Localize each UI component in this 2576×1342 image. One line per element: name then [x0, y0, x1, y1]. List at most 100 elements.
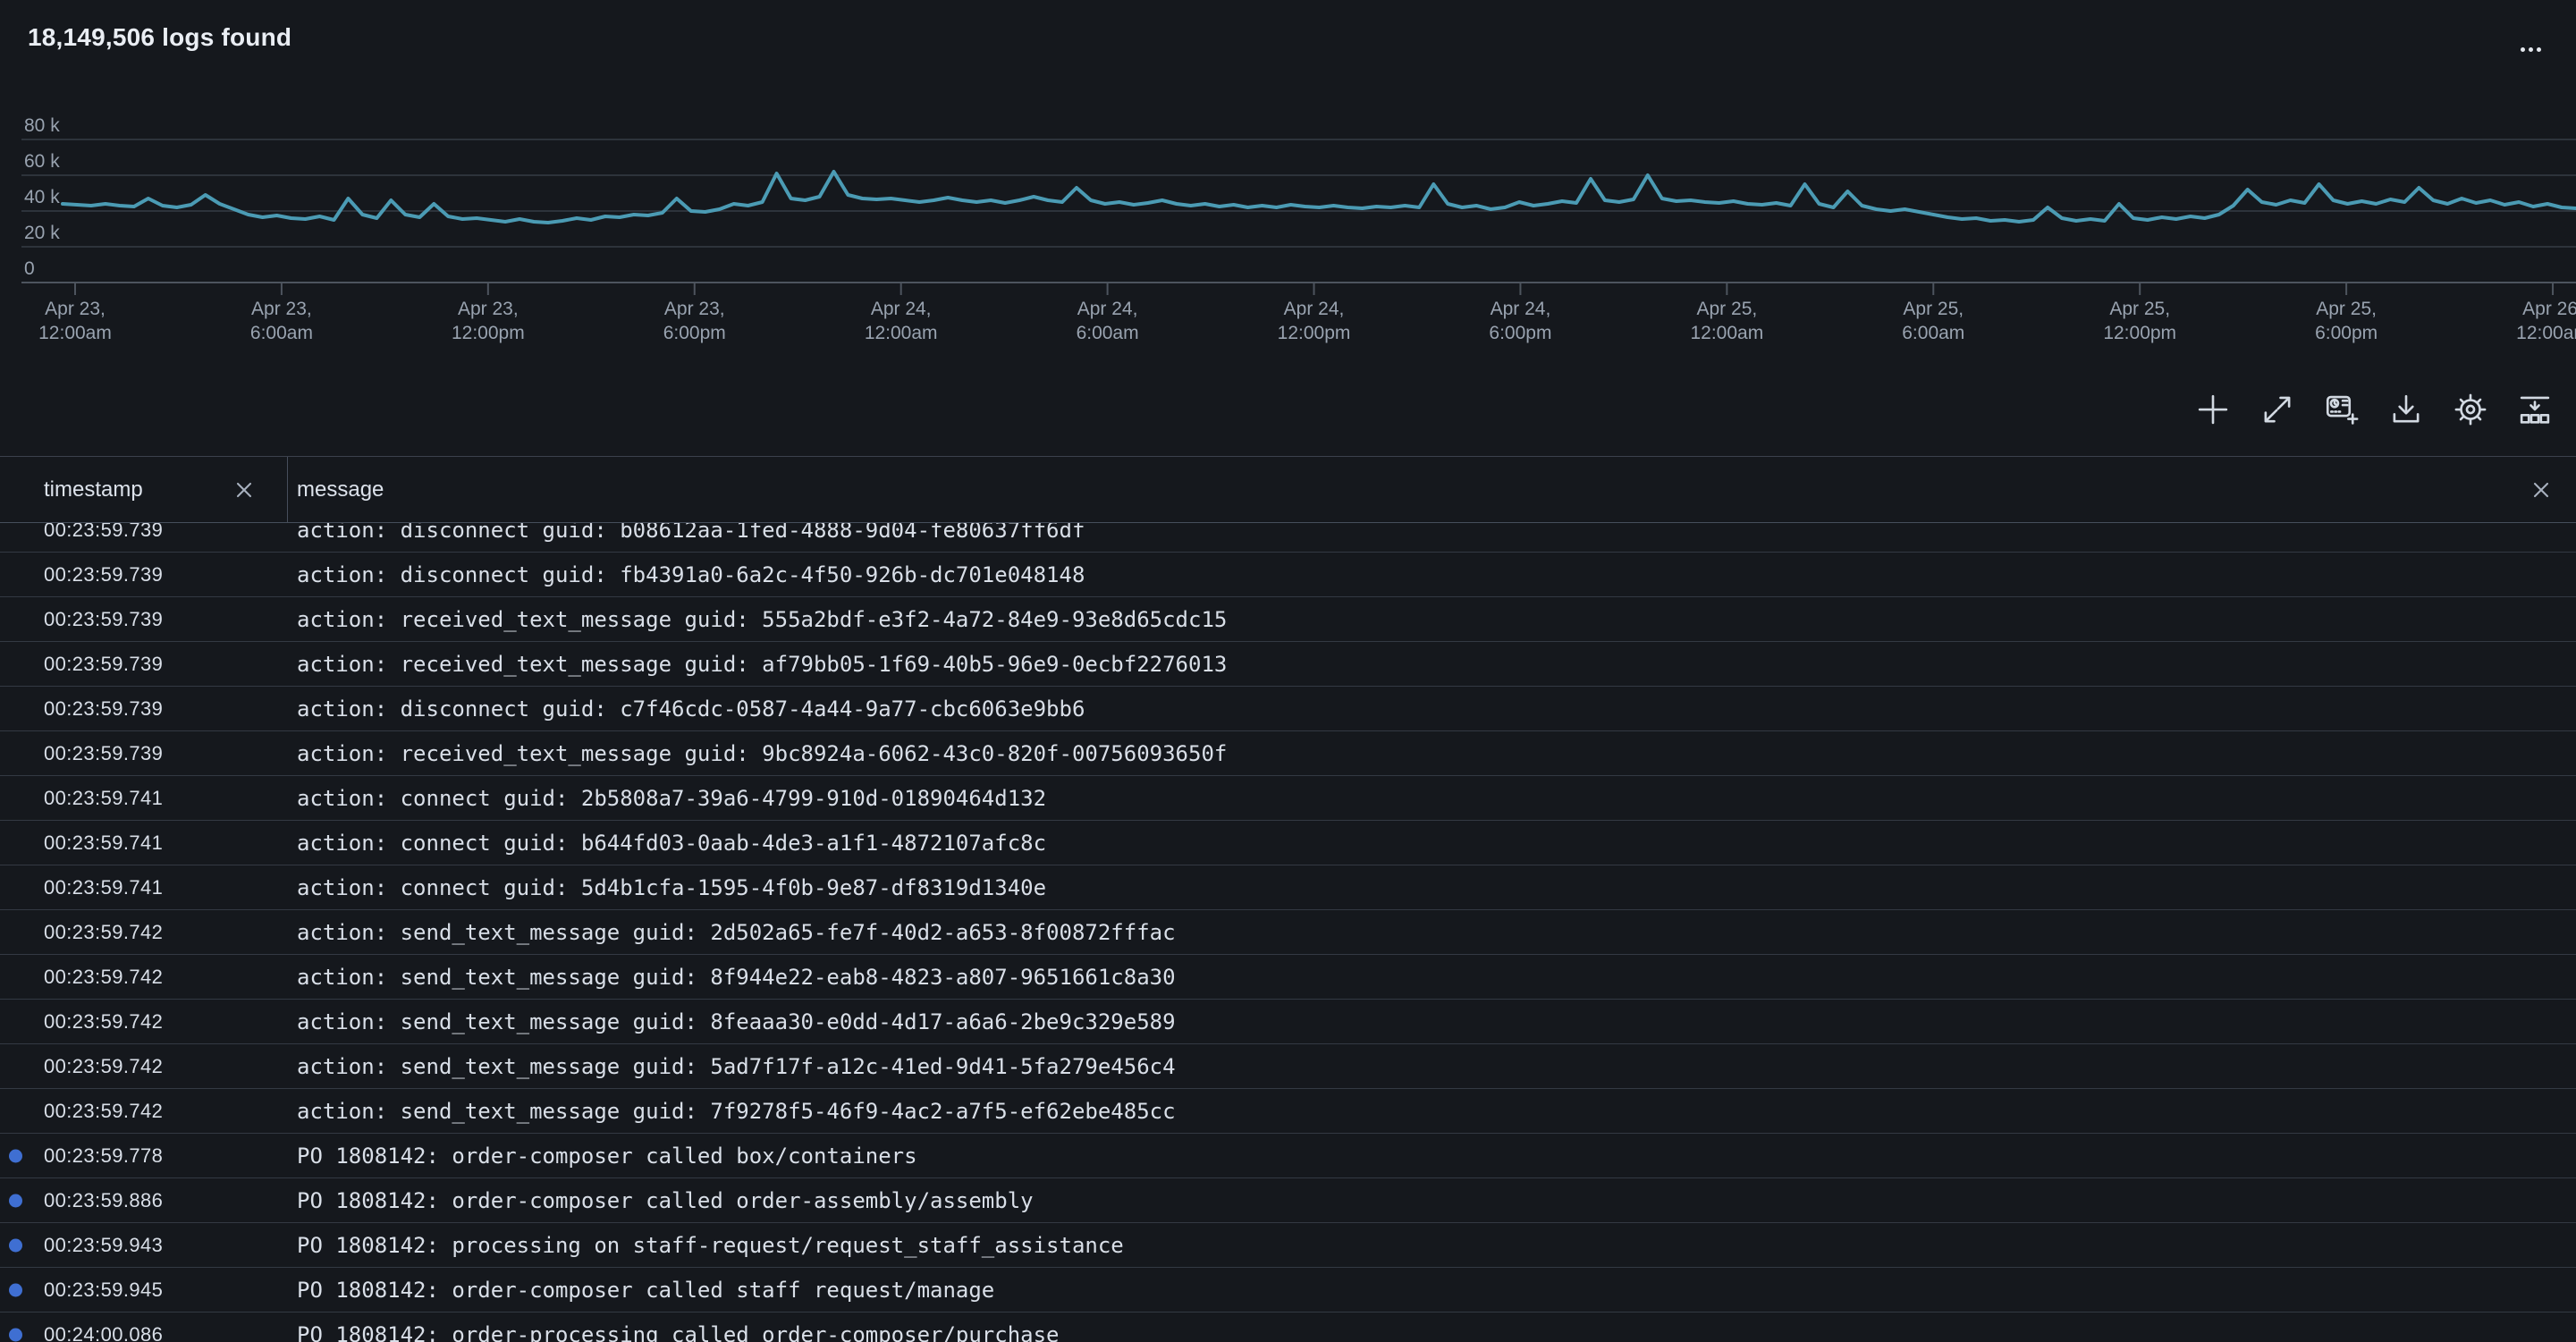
table-row[interactable]: 00:23:59.739action: disconnect guid: c7f… — [0, 687, 2576, 731]
table-row[interactable]: 00:23:59.739 action: disconnect guid: b08… — [0, 523, 2576, 553]
message-cell: PO 1808142: order-composer called staff … — [297, 1278, 994, 1303]
message-cell: action: connect guid: b644fd03-0aab-4de3… — [297, 831, 1046, 856]
log-level-dot-icon — [9, 1238, 22, 1252]
table-row[interactable]: 00:23:59.739action: disconnect guid: fb4… — [0, 553, 2576, 597]
timestamp-cell: 00:23:59.739 — [44, 523, 163, 542]
table-row[interactable]: 00:23:59.778 PO 1808142: order-composer c… — [0, 1134, 2576, 1178]
timestamp-cell: 00:23:59.742 — [44, 1010, 163, 1034]
x-axis-label: 6:00am — [1902, 323, 1964, 343]
timestamp-column-header[interactable]: timestamp — [44, 477, 143, 502]
download-button[interactable] — [2387, 391, 2425, 428]
y-axis-label: 40 k — [24, 187, 60, 207]
x-axis-label: 12:00am — [865, 323, 938, 343]
message-column-header[interactable]: message — [297, 477, 384, 502]
x-axis-label: Apr 23, — [458, 299, 519, 319]
message-cell: action: send_text_message guid: 2d502a65… — [297, 920, 1176, 945]
table-row[interactable]: 00:23:59.741action: connect guid: 2b5808… — [0, 776, 2576, 821]
table-row[interactable]: 00:23:59.943PO 1808142: processing on st… — [0, 1223, 2576, 1268]
message-cell: action: send_text_message guid: 8feaaa30… — [297, 1009, 1176, 1034]
x-axis-label: Apr 23, — [251, 299, 312, 319]
table-row[interactable]: 00:23:59.739 action: received_text_messag… — [0, 597, 2576, 642]
message-cell: action: send_text_message guid: 5ad7f17f… — [297, 1054, 1176, 1079]
x-axis-label: 12:00am — [38, 323, 112, 343]
x-axis-label: Apr 23, — [45, 299, 106, 319]
plus-icon — [2194, 391, 2232, 428]
table-row[interactable]: 00:24:00.086PO 1808142: order-processing… — [0, 1312, 2576, 1342]
table-row[interactable]: 00:23:59.945 PO 1808142: order-composer c… — [0, 1268, 2576, 1312]
timestamp-cell: 00:23:59.741 — [44, 831, 163, 855]
timestamp-cell: 00:23:59.741 — [44, 787, 163, 810]
log-level-dot-icon — [9, 1328, 22, 1341]
column-divider — [287, 457, 288, 522]
histogram-chart[interactable]: 80 k60 k40 k20 k0Apr 23,12:00amApr 23,6:… — [0, 0, 2576, 358]
message-cell: action: send_text_message guid: 8f944e22… — [297, 965, 1176, 990]
close-icon — [233, 479, 255, 501]
x-axis-label: Apr 24, — [1284, 299, 1345, 319]
timestamp-cell: 00:23:59.739 — [44, 742, 163, 765]
x-axis-label: 6:00am — [1077, 323, 1139, 343]
table-row[interactable]: 00:23:59.741 action: connect guid: 5d4b1c… — [0, 865, 2576, 910]
message-cell: PO 1808142: order-composer called order-… — [297, 1188, 1034, 1213]
close-icon — [2530, 479, 2552, 501]
settings-button[interactable] — [2452, 391, 2489, 428]
x-axis-label: Apr 24, — [1077, 299, 1138, 319]
x-axis-label: 6:00pm — [663, 323, 726, 343]
table-row[interactable]: 00:23:59.742action: send_text_message gu… — [0, 910, 2576, 955]
table-row[interactable]: 00:23:59.742 action: send_text_message gu… — [0, 1044, 2576, 1089]
x-axis-label: 6:00am — [250, 323, 313, 343]
timestamp-cell: 00:23:59.778 — [44, 1144, 163, 1168]
x-axis-label: 12:00pm — [452, 323, 525, 343]
x-axis-label: Apr 25, — [2109, 299, 2170, 319]
timestamp-cell: 00:23:59.741 — [44, 876, 163, 899]
log-level-dot-icon — [9, 1194, 22, 1207]
y-axis-label: 0 — [24, 258, 35, 279]
message-cell: action: connect guid: 5d4b1cfa-1595-4f0b… — [297, 875, 1046, 900]
timestamp-cell: 00:23:59.742 — [44, 966, 163, 989]
log-table-body: 00:23:59.739 action: disconnect guid: b08… — [0, 523, 2576, 1342]
message-cell: action: send_text_message guid: 7f9278f5… — [297, 1099, 1176, 1124]
add-button[interactable] — [2194, 391, 2232, 428]
gear-icon — [2452, 391, 2489, 428]
fields-bottom-icon — [2516, 391, 2554, 428]
table-row[interactable]: 00:23:59.742 action: send_text_message gu… — [0, 1089, 2576, 1134]
chart-options-button[interactable] — [2516, 391, 2554, 428]
remove-timestamp-column-button[interactable] — [231, 477, 258, 503]
remove-message-column-button[interactable] — [2528, 477, 2555, 503]
timestamp-cell: 00:23:59.943 — [44, 1234, 163, 1257]
table-row[interactable]: 00:23:59.739action: received_text_messag… — [0, 642, 2576, 687]
expand-button[interactable] — [2259, 391, 2296, 428]
log-level-dot-icon — [9, 1283, 22, 1296]
x-axis-label: Apr 24, — [1491, 299, 1551, 319]
timestamp-cell: 00:23:59.739 — [44, 653, 163, 676]
message-cell: PO 1808142: order-composer called box/co… — [297, 1144, 917, 1169]
timestamp-cell: 00:23:59.742 — [44, 1055, 163, 1078]
x-axis-label: Apr 23, — [664, 299, 725, 319]
x-axis-label: 12:00pm — [1278, 323, 1351, 343]
x-axis-label: 12:00pm — [2103, 323, 2176, 343]
x-axis-label: Apr 26, — [2522, 299, 2576, 319]
table-header: timestamp message — [0, 456, 2576, 523]
x-axis-label: 6:00pm — [1489, 323, 1551, 343]
x-axis-label: 12:00am — [2516, 323, 2576, 343]
table-row[interactable]: 00:23:59.739action: received_text_messag… — [0, 731, 2576, 776]
x-axis-label: 6:00pm — [2315, 323, 2378, 343]
table-row[interactable]: 00:23:59.742 action: send_text_message gu… — [0, 1000, 2576, 1044]
message-cell: action: received_text_message guid: 555a… — [297, 607, 1227, 632]
log-count-line-series — [63, 172, 2576, 223]
save-visualization-icon — [2323, 391, 2361, 428]
message-cell: PO 1808142: order-processing called orde… — [297, 1322, 1060, 1342]
x-axis-label: 12:00am — [1690, 323, 1763, 343]
timestamp-cell: 00:23:59.742 — [44, 1100, 163, 1123]
x-axis-label: Apr 24, — [871, 299, 932, 319]
download-icon — [2387, 391, 2425, 428]
timestamp-cell: 00:23:59.739 — [44, 608, 163, 631]
table-row[interactable]: 00:23:59.742 action: send_text_message gu… — [0, 955, 2576, 1000]
y-axis-label: 60 k — [24, 151, 60, 172]
message-cell: action: disconnect guid: b08612aa-1fed-4… — [297, 523, 1085, 543]
save-visualization-button[interactable] — [2323, 391, 2361, 428]
timestamp-cell: 00:23:59.886 — [44, 1189, 163, 1212]
table-row[interactable]: 00:23:59.886 PO 1808142: order-composer c… — [0, 1178, 2576, 1223]
chart-toolbar — [2194, 391, 2554, 428]
timestamp-cell: 00:23:59.945 — [44, 1279, 163, 1302]
table-row[interactable]: 00:23:59.741 action: connect guid: b644fd… — [0, 821, 2576, 865]
